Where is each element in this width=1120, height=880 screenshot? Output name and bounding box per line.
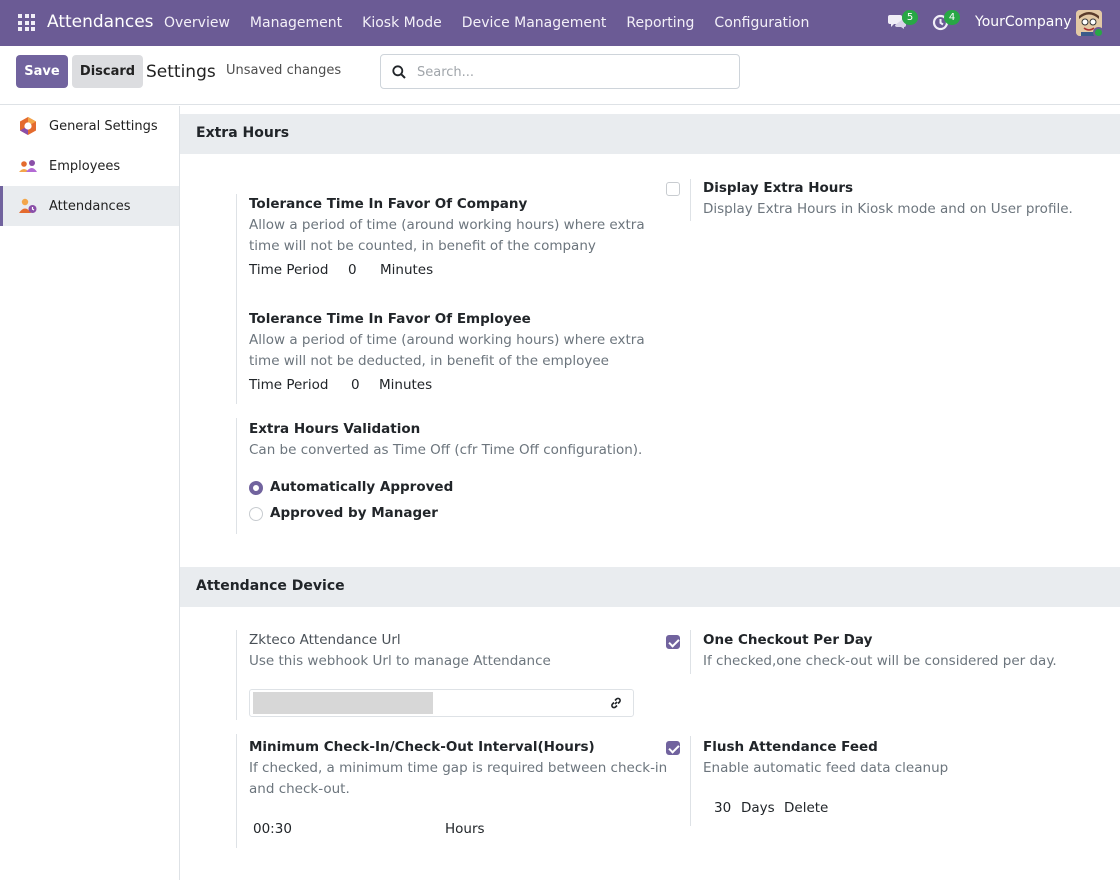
zkteco-url-title: Zkteco Attendance Url [249, 632, 401, 648]
employee-tolerance-desc-1: Allow a period of time (around working h… [249, 332, 645, 348]
one-checkout-title: One Checkout Per Day [703, 632, 873, 648]
company-time-period-input[interactable]: 0 [348, 262, 357, 278]
one-checkout-checkbox[interactable] [666, 635, 680, 649]
flush-days-input[interactable]: 30 [714, 800, 731, 816]
webhook-url-value [253, 692, 433, 714]
option-approved-by-manager[interactable]: Approved by Manager [270, 505, 438, 521]
app-title[interactable]: Attendances [47, 12, 154, 32]
settings-content: Extra Hours Tolerance Time In Favor Of C… [180, 106, 1120, 880]
section-header-attendance-device: Attendance Device [180, 567, 1120, 607]
option-automatically-approved[interactable]: Automatically Approved [270, 479, 453, 495]
min-interval-desc-2: and check-out. [249, 781, 350, 797]
menu-configuration[interactable]: Configuration [714, 15, 809, 31]
company-tolerance-title: Tolerance Time In Favor Of Company [249, 196, 528, 212]
attendances-icon [19, 198, 37, 213]
top-navbar: Attendances Overview Management Kiosk Mo… [0, 0, 1120, 46]
search-box[interactable] [380, 54, 740, 89]
setting-divider [236, 630, 237, 720]
validation-desc: Can be converted as Time Off (cfr Time O… [249, 442, 643, 458]
flush-feed-title: Flush Attendance Feed [703, 739, 878, 755]
flush-feed-checkbox[interactable] [666, 741, 680, 755]
setting-divider [690, 179, 691, 221]
min-interval-input[interactable]: 00:30 [253, 821, 292, 837]
activities-badge: 4 [944, 10, 960, 25]
company-time-period-label: Time Period [249, 262, 329, 278]
online-status-dot [1093, 27, 1104, 38]
sidebar-item-attendances[interactable]: Attendances [0, 186, 179, 226]
section-title: Extra Hours [196, 125, 290, 141]
menu-device-management[interactable]: Device Management [462, 15, 607, 31]
zkteco-url-desc: Use this webhook Url to manage Attendanc… [249, 653, 551, 669]
company-tolerance-desc-2: time will not be counted, in benefit of … [249, 238, 596, 254]
control-panel: Save Discard Settings Unsaved changes [0, 46, 1120, 105]
flush-feed-desc: Enable automatic feed data cleanup [703, 760, 949, 776]
unsaved-status: Unsaved changes [226, 63, 342, 78]
save-button[interactable]: Save [16, 55, 68, 88]
sidebar-item-label: Attendances [49, 198, 131, 214]
discard-button[interactable]: Discard [72, 55, 143, 88]
menu-overview[interactable]: Overview [164, 15, 230, 31]
search-input[interactable] [417, 60, 727, 84]
company-switcher[interactable]: YourCompany [975, 14, 1072, 30]
display-extra-hours-title: Display Extra Hours [703, 180, 854, 196]
link-icon[interactable] [609, 696, 623, 710]
employee-tolerance-desc-2: time will not be deducted, in benefit of… [249, 353, 609, 369]
radio-automatically-approved[interactable] [249, 481, 263, 495]
messages-badge: 5 [902, 10, 918, 25]
flush-action: Delete [784, 800, 829, 816]
employee-tolerance-title: Tolerance Time In Favor Of Employee [249, 311, 531, 327]
setting-divider [690, 736, 691, 826]
setting-divider [236, 194, 237, 404]
webhook-url-field[interactable] [249, 689, 634, 717]
employee-time-period-input[interactable]: 0 [351, 377, 360, 393]
employee-time-unit: Minutes [379, 377, 433, 393]
setting-divider [690, 630, 691, 674]
min-interval-desc-1: If checked, a minimum time gap is requir… [249, 760, 668, 776]
display-extra-hours-desc: Display Extra Hours in Kiosk mode and on… [703, 201, 1073, 217]
setting-divider [236, 734, 237, 848]
sidebar-item-employees[interactable]: Employees [0, 146, 179, 186]
one-checkout-desc: If checked,one check-out will be conside… [703, 653, 1057, 669]
sidebar-item-label: General Settings [49, 118, 158, 134]
employees-icon [19, 160, 37, 172]
sidebar-item-general-settings[interactable]: General Settings [0, 106, 179, 146]
page-title: Settings [146, 62, 216, 82]
display-extra-hours-checkbox[interactable] [666, 182, 680, 196]
section-header-extra-hours: Extra Hours [180, 114, 1120, 154]
app-grid-icon[interactable] [18, 14, 35, 31]
validation-title: Extra Hours Validation [249, 421, 421, 437]
odoo-settings-icon [20, 117, 36, 135]
setting-divider [236, 418, 237, 534]
flush-days-unit: Days [741, 800, 775, 816]
radio-approved-by-manager[interactable] [249, 507, 263, 521]
sidebar-item-label: Employees [49, 158, 121, 174]
menu-management[interactable]: Management [250, 15, 342, 31]
menu-kiosk-mode[interactable]: Kiosk Mode [362, 15, 442, 31]
employee-time-period-label: Time Period [249, 377, 329, 393]
main-menu: Overview Management Kiosk Mode Device Ma… [164, 15, 829, 31]
menu-reporting[interactable]: Reporting [626, 15, 694, 31]
min-interval-title: Minimum Check-In/Check-Out Interval(Hour… [249, 739, 595, 755]
company-tolerance-desc-1: Allow a period of time (around working h… [249, 217, 645, 233]
search-icon [392, 65, 406, 79]
settings-sidebar: General Settings Employees Attendances [0, 106, 180, 880]
company-time-unit: Minutes [380, 262, 434, 278]
section-title: Attendance Device [196, 578, 345, 594]
min-interval-unit: Hours [445, 821, 485, 837]
